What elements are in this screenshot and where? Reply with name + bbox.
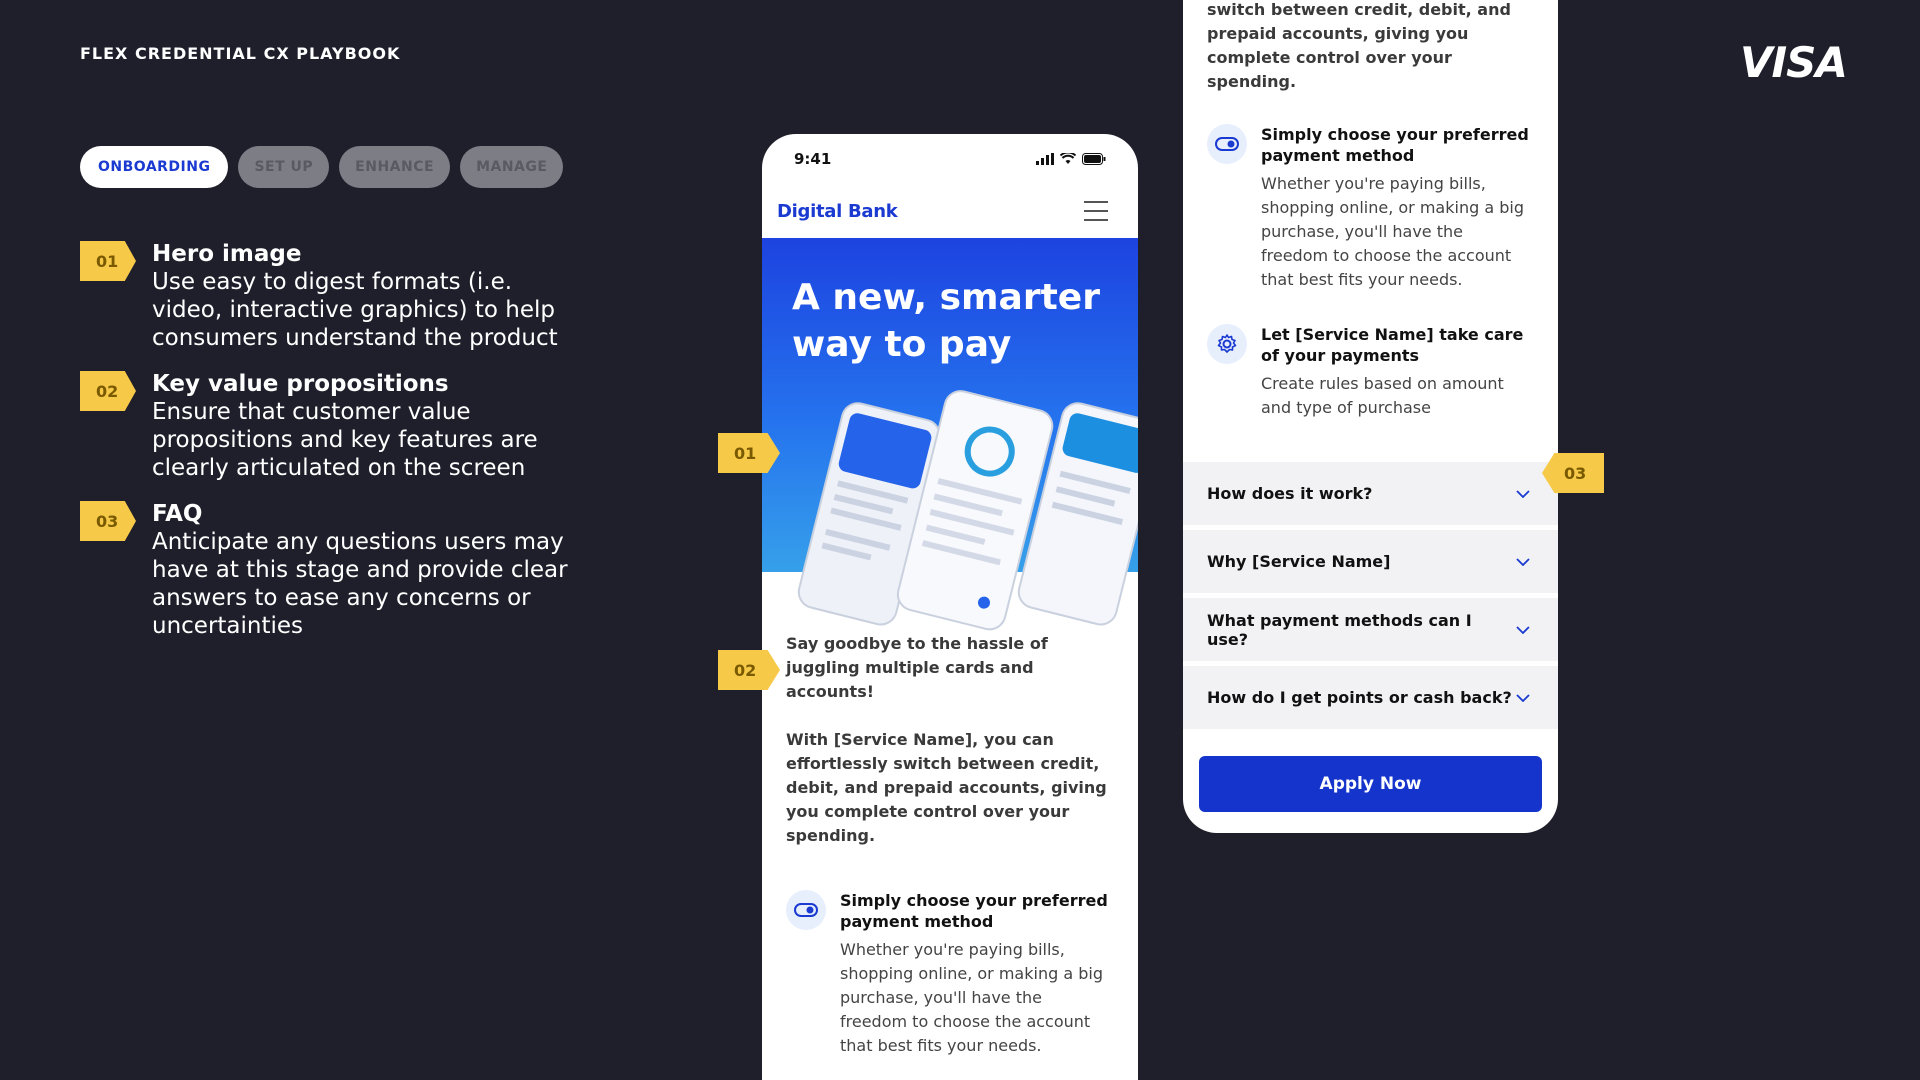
guidance-title: Key value propositions: [152, 371, 449, 397]
hero-image: A new, smarter way to pay: [762, 238, 1138, 632]
app-header: Digital Bank: [762, 184, 1138, 238]
feature-desc: Whether you're paying bills, shopping on…: [840, 940, 1103, 1055]
feature-title: Simply choose your preferred payment met…: [1261, 125, 1529, 165]
toggle-icon: [786, 890, 826, 930]
body-text-continued: switch between credit, debit, and prepai…: [1207, 0, 1511, 91]
guidance-list: 01 Hero image Use easy to digest formats…: [80, 240, 570, 658]
faq-question: How do I get points or cash back?: [1207, 688, 1512, 707]
hero-title-line2: way to pay: [792, 324, 1012, 365]
number-badge: 02: [80, 371, 136, 411]
guidance-title: FAQ: [152, 501, 203, 527]
phone-mockup-top: 9:41 Digital Bank A new, smarter way to …: [762, 134, 1138, 1080]
feature-payment-method: Simply choose your preferred payment met…: [762, 890, 1138, 1058]
guidance-item-value-props: 02 Key value propositions Ensure that cu…: [80, 370, 570, 482]
callout-badge-03: 03: [1542, 453, 1604, 493]
phone-mockup-scrolled: switch between credit, debit, and prepai…: [1183, 0, 1558, 833]
faq-item[interactable]: What payment methods can I use?: [1183, 598, 1558, 661]
status-bar: 9:41: [762, 134, 1138, 184]
faq-list: How does it work? Why [Service Name] Wha…: [1183, 462, 1558, 729]
toggle-icon: [1207, 124, 1247, 164]
faq-item[interactable]: Why [Service Name]: [1183, 530, 1558, 593]
guidance-title: Hero image: [152, 241, 302, 267]
tab-set-up[interactable]: SET UP: [238, 146, 330, 188]
status-time: 9:41: [794, 150, 832, 168]
tab-onboarding[interactable]: ONBOARDING: [80, 146, 229, 188]
chevron-down-icon: [1516, 693, 1530, 702]
feature-payment-method: Simply choose your preferred payment met…: [1183, 124, 1558, 292]
chevron-down-icon: [1516, 625, 1530, 634]
signal-icon: [1036, 153, 1054, 165]
feature-desc: Whether you're paying bills, shopping on…: [1261, 174, 1524, 289]
feature-auto-payments: Let [Service Name] take care of your pay…: [1183, 324, 1558, 420]
tab-enhance[interactable]: ENHANCE: [339, 146, 451, 188]
hero-phones-illustration: [797, 390, 1138, 631]
feature-title: Let [Service Name] take care of your pay…: [1261, 325, 1524, 365]
feature-desc: Create rules based on amount and type of…: [1261, 374, 1504, 417]
hero-title-line1: A new, smarter: [792, 277, 1100, 318]
faq-item[interactable]: How does it work?: [1183, 462, 1558, 525]
guidance-item-hero-image: 01 Hero image Use easy to digest formats…: [80, 240, 570, 352]
faq-item[interactable]: How do I get points or cash back?: [1183, 666, 1558, 729]
faq-question: Why [Service Name]: [1207, 552, 1391, 571]
guidance-desc: Ensure that customer value propositions …: [152, 399, 538, 481]
menu-icon[interactable]: [1084, 201, 1108, 221]
doc-title: FLEX CREDENTIAL CX PLAYBOOK: [80, 44, 401, 63]
faq-question: What payment methods can I use?: [1207, 610, 1472, 649]
gear-icon: [1207, 324, 1247, 364]
value-proposition-text: Say goodbye to the hassle of juggling mu…: [762, 632, 1138, 848]
status-icons: [1036, 153, 1106, 165]
guidance-desc: Anticipate any questions users may have …: [152, 529, 568, 639]
feature-title: Simply choose your preferred payment met…: [840, 891, 1108, 931]
chevron-down-icon: [1516, 557, 1530, 566]
body-text: With [Service Name], you can effortlessl…: [786, 730, 1107, 845]
battery-icon: [1082, 153, 1106, 165]
faq-question: How does it work?: [1207, 484, 1373, 503]
apply-now-button[interactable]: Apply Now: [1199, 756, 1542, 812]
visa-logo: VISA: [1740, 38, 1848, 87]
number-badge: 03: [80, 501, 136, 541]
bank-name: Digital Bank: [777, 200, 898, 222]
chevron-down-icon: [1516, 489, 1530, 498]
guidance-item-faq: 03 FAQ Anticipate any questions users ma…: [80, 500, 570, 640]
hero-title: A new, smarter way to pay: [792, 274, 1100, 368]
callout-badge-02: 02: [718, 650, 780, 690]
callout-badge-01: 01: [718, 433, 780, 473]
wifi-icon: [1060, 153, 1076, 164]
tab-manage[interactable]: MANAGE: [460, 146, 564, 188]
guidance-desc: Use easy to digest formats (i.e. video, …: [152, 269, 558, 351]
stage-tabs: ONBOARDING SET UP ENHANCE MANAGE: [80, 146, 564, 188]
number-badge: 01: [80, 241, 136, 281]
